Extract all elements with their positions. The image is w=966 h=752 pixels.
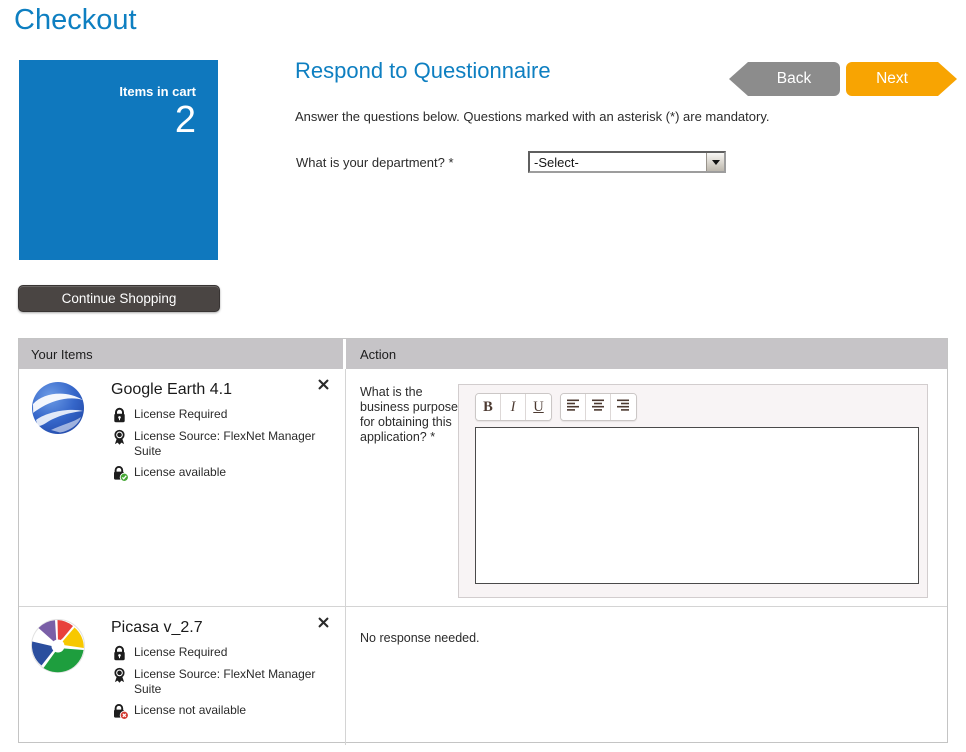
- align-center-button[interactable]: [586, 394, 611, 420]
- align-right-icon: [617, 399, 630, 415]
- business-purpose-textarea[interactable]: [475, 427, 919, 584]
- table-header-row: Your Items Action: [19, 339, 947, 369]
- department-select[interactable]: -Select-: [528, 151, 726, 173]
- text-style-group: B I U: [475, 393, 552, 421]
- department-question-label: What is your department? *: [296, 155, 454, 170]
- next-button[interactable]: Next: [846, 62, 938, 96]
- license-source-text: License Source: FlexNet Manager Suite: [134, 667, 320, 697]
- picasa-logo: [29, 617, 87, 675]
- table-row: Picasa v_2.7: [19, 606, 947, 745]
- cart-summary-card: Items in cart 2: [19, 60, 218, 260]
- richtext-editor: B I U: [458, 384, 928, 598]
- cart-items-table: Your Items Action: [18, 338, 948, 743]
- column-header-action: Action: [346, 339, 947, 369]
- license-status-text: License available: [134, 465, 226, 480]
- align-left-icon: [567, 399, 580, 415]
- license-status-text: License not available: [134, 703, 246, 718]
- google-earth-logo: [29, 379, 87, 437]
- license-info-list: License Required License Source: FlexNet…: [112, 407, 322, 488]
- cart-items-label: Items in cart: [19, 84, 196, 99]
- continue-shopping-button[interactable]: Continue Shopping: [18, 285, 220, 312]
- richtext-toolbar: B I U: [475, 393, 637, 421]
- align-left-button[interactable]: [561, 394, 586, 420]
- align-right-button[interactable]: [611, 394, 636, 420]
- underline-button[interactable]: U: [526, 394, 551, 420]
- license-source-text: License Source: FlexNet Manager Suite: [134, 429, 320, 459]
- back-button[interactable]: Back: [748, 62, 840, 96]
- department-select-value: -Select-: [530, 155, 706, 170]
- italic-button[interactable]: I: [501, 394, 526, 420]
- table-row: Google Earth 4.1: [19, 369, 947, 606]
- lock-icon: [112, 407, 129, 423]
- item-title: Picasa v_2.7: [111, 619, 203, 637]
- award-ribbon-icon: [112, 667, 129, 684]
- alignment-group: [560, 393, 637, 421]
- license-required-line: License Required: [112, 645, 322, 661]
- close-icon: [318, 616, 329, 631]
- license-info-list: License Required License Source: FlexNet…: [112, 645, 322, 726]
- questionnaire-instructions: Answer the questions below. Questions ma…: [295, 109, 769, 124]
- checkout-page: Checkout Items in cart 2 Continue Shoppi…: [0, 0, 966, 752]
- license-source-line: License Source: FlexNet Manager Suite: [112, 429, 322, 459]
- license-required-text: License Required: [134, 645, 227, 660]
- column-header-your-items: Your Items: [19, 339, 346, 369]
- remove-item-button[interactable]: [316, 377, 331, 392]
- back-button-label: Back: [777, 70, 811, 87]
- cart-count: 2: [19, 101, 196, 141]
- chevron-down-icon: [712, 160, 720, 165]
- lock-available-icon: [112, 465, 129, 482]
- license-status-line: License available: [112, 465, 322, 482]
- page-title: Checkout: [14, 4, 137, 37]
- lock-unavailable-icon: [112, 703, 129, 720]
- award-ribbon-icon: [112, 429, 129, 446]
- item-title: Google Earth 4.1: [111, 381, 232, 399]
- action-cell: What is the business purpose for obtaini…: [346, 369, 947, 606]
- license-required-text: License Required: [134, 407, 227, 422]
- item-cell: Google Earth 4.1: [19, 369, 346, 606]
- align-center-icon: [592, 399, 605, 415]
- item-cell: Picasa v_2.7: [19, 607, 346, 745]
- questionnaire-title: Respond to Questionnaire: [295, 58, 551, 84]
- business-purpose-question-label: What is the business purpose for obtaini…: [360, 385, 458, 445]
- remove-item-button[interactable]: [316, 615, 331, 630]
- close-icon: [318, 378, 329, 393]
- no-response-text: No response needed.: [360, 631, 480, 645]
- license-status-line: License not available: [112, 703, 322, 720]
- license-required-line: License Required: [112, 407, 322, 423]
- bold-button[interactable]: B: [476, 394, 501, 420]
- lock-icon: [112, 645, 129, 661]
- dropdown-arrow-button[interactable]: [706, 153, 724, 171]
- license-source-line: License Source: FlexNet Manager Suite: [112, 667, 322, 697]
- action-cell: No response needed.: [346, 607, 947, 745]
- next-button-label: Next: [876, 70, 908, 87]
